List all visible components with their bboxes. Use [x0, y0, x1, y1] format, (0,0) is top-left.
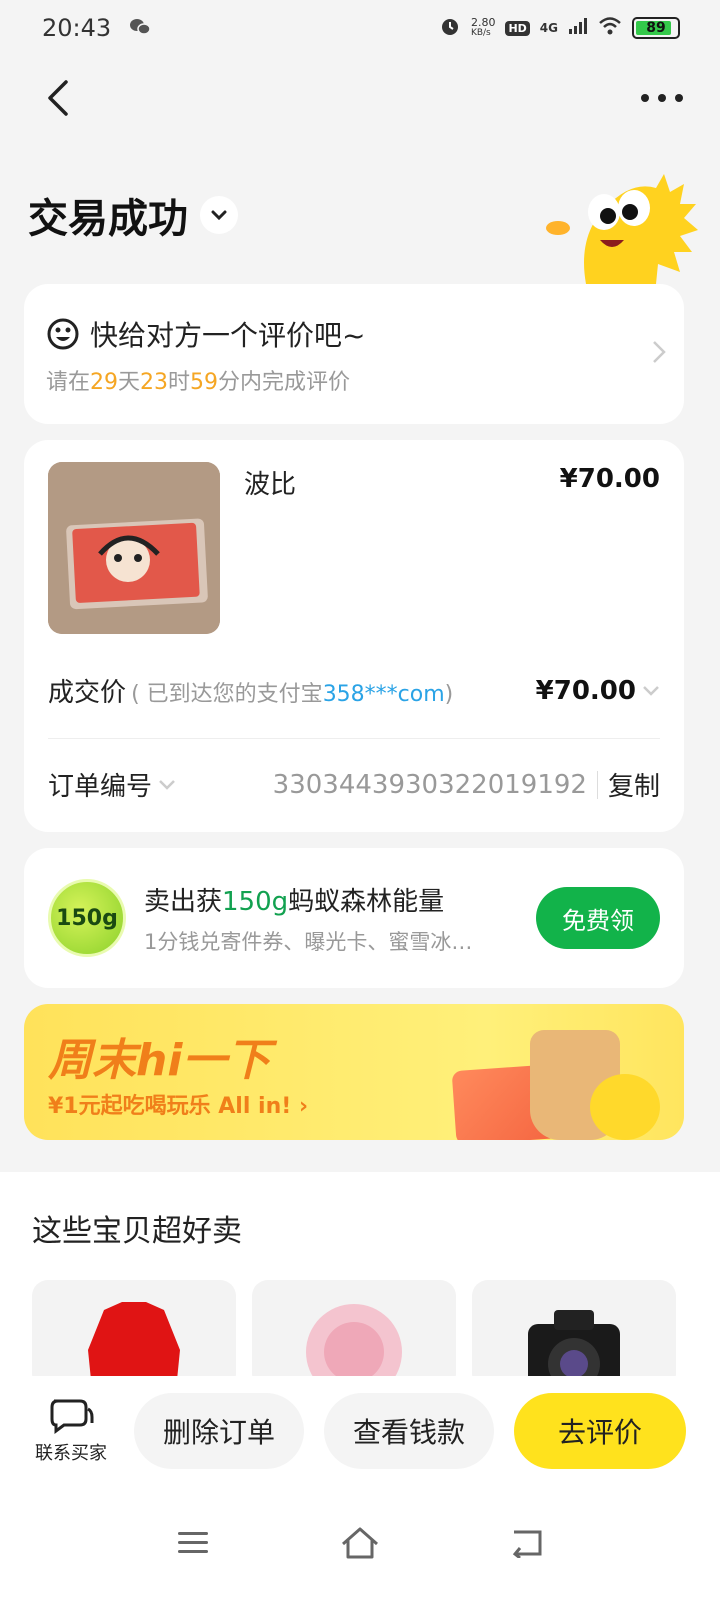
- countdown-hours-unit: 时: [168, 370, 191, 395]
- smiley-face-icon: [47, 318, 79, 350]
- energy-subtitle: 1分钱兑寄件券、曝光卡、蜜雪冰…: [144, 929, 473, 954]
- page-title: 交易成功: [28, 196, 188, 242]
- countdown-days: 29: [90, 370, 119, 395]
- wechat-icon: [129, 14, 151, 42]
- net-speed: 2.80: [470, 16, 496, 29]
- promo-subtitle: ¥1元起吃喝玩乐 All in! ›: [48, 1094, 309, 1119]
- energy-title-prefix: 卖出获: [144, 886, 223, 917]
- hd-badge: HD: [505, 20, 530, 36]
- item-thumbnail[interactable]: [48, 462, 220, 634]
- recommendations-title: 这些宝贝超好卖: [32, 1214, 242, 1249]
- wifi-icon: [598, 16, 622, 40]
- divider: [48, 738, 660, 739]
- signal-bars-icon: [568, 17, 588, 39]
- menu-button[interactable]: [163, 1513, 223, 1573]
- mascot-illustration: [546, 174, 698, 284]
- countdown-suffix: 分内完成评价: [218, 370, 351, 395]
- chat-bubble-icon: [50, 1399, 94, 1434]
- countdown-prefix: 请在: [46, 370, 91, 395]
- battery-level: 89: [646, 20, 666, 36]
- energy-title: 卖出获150g蚂蚁森林能量: [144, 881, 536, 918]
- contact-buyer-button[interactable]: 联系买家: [28, 1397, 114, 1465]
- item-price: ¥70.00: [559, 464, 660, 494]
- status-bar: 20:43 2.80 KB/s HD 4G 89: [0, 0, 720, 56]
- deal-note-suffix: ): [444, 682, 454, 707]
- promo-title: 周末hi一下: [48, 1035, 271, 1086]
- countdown-days-unit: 天: [118, 370, 141, 395]
- status-time: 20:43: [42, 14, 112, 42]
- home-button[interactable]: [330, 1513, 390, 1573]
- go-review-button[interactable]: 去评价: [514, 1393, 686, 1469]
- copy-button[interactable]: 复制: [608, 766, 660, 803]
- energy-badge: 150g: [48, 879, 126, 957]
- order-card: 波比 ¥70.00 成交价 ( 已到达您的支付宝358***com) ¥70.0…: [24, 440, 684, 832]
- order-number-label: 订单编号: [48, 772, 153, 802]
- promo-mascot-illustration: [590, 1074, 660, 1140]
- net-speed-unit: KB/s: [470, 28, 491, 38]
- chevron-down-icon: [211, 210, 227, 220]
- deal-price-row[interactable]: 成交价 ( 已到达您的支付宝358***com) ¥70.00: [48, 672, 660, 709]
- view-money-button[interactable]: 查看钱款: [324, 1393, 494, 1469]
- rec-item-cosmetic[interactable]: [252, 1280, 456, 1390]
- rec-item-camera[interactable]: [472, 1280, 676, 1390]
- separator: [596, 770, 598, 799]
- promo-banner[interactable]: 周末hi一下 ¥1元起吃喝玩乐 All in! ›: [24, 1004, 684, 1140]
- deal-price-label: 成交价: [48, 678, 127, 708]
- back-button[interactable]: [30, 70, 86, 126]
- item-name[interactable]: 波比: [244, 464, 296, 501]
- review-title: 快给对方一个评价吧~: [90, 319, 366, 352]
- signal-label: 4G: [539, 21, 558, 35]
- chevron-down-icon[interactable]: [158, 779, 176, 791]
- alarm-icon: [439, 15, 461, 41]
- countdown-hours: 23: [140, 370, 169, 395]
- recommendations-section: 这些宝贝超好卖: [0, 1172, 720, 1390]
- system-nav-bar: [0, 1486, 720, 1600]
- chevron-right-icon: [653, 341, 666, 363]
- deal-price-value: ¥70.00: [535, 675, 636, 706]
- more-button[interactable]: [634, 70, 690, 126]
- review-reminder-card[interactable]: 快给对方一个评价吧~ 请在29天23时59分内完成评价: [24, 284, 684, 424]
- deal-note: ( 已到达您的支付宝358***com): [131, 682, 453, 707]
- deal-note-prefix: ( 已到达您的支付宝: [131, 682, 323, 707]
- order-number-row: 订单编号 3303443930322019192 复制: [48, 766, 660, 803]
- countdown-minutes: 59: [190, 370, 219, 395]
- top-nav: [0, 66, 720, 130]
- rec-item-sweater[interactable]: [32, 1280, 236, 1390]
- alipay-account: 358***com: [322, 682, 445, 707]
- claim-energy-button[interactable]: 免费领: [536, 887, 660, 949]
- title-row: 交易成功: [28, 186, 238, 244]
- energy-title-suffix: 蚂蚁森林能量: [288, 886, 445, 917]
- chevron-down-icon: [643, 685, 659, 696]
- energy-amount: 150g: [222, 886, 289, 917]
- more-dots-icon: [641, 94, 683, 102]
- battery-icon: 89: [632, 17, 680, 39]
- delete-order-button[interactable]: 删除订单: [134, 1393, 304, 1469]
- menu-icon: [178, 1532, 209, 1553]
- order-number: 3303443930322019192: [272, 769, 587, 800]
- home-icon: [341, 1527, 378, 1559]
- chevron-left-icon: [48, 80, 68, 116]
- energy-card: 150g 卖出获150g蚂蚁森林能量 1分钱兑寄件券、曝光卡、蜜雪冰… 免费领: [24, 848, 684, 988]
- review-countdown: 请在29天23时59分内完成评价: [46, 364, 662, 396]
- status-expand-button[interactable]: [200, 196, 238, 234]
- return-icon: [512, 1530, 542, 1558]
- back-system-button[interactable]: [497, 1513, 557, 1573]
- bottom-action-bar: 联系买家 删除订单 查看钱款 去评价: [0, 1376, 720, 1486]
- contact-buyer-label: 联系买家: [35, 1443, 107, 1464]
